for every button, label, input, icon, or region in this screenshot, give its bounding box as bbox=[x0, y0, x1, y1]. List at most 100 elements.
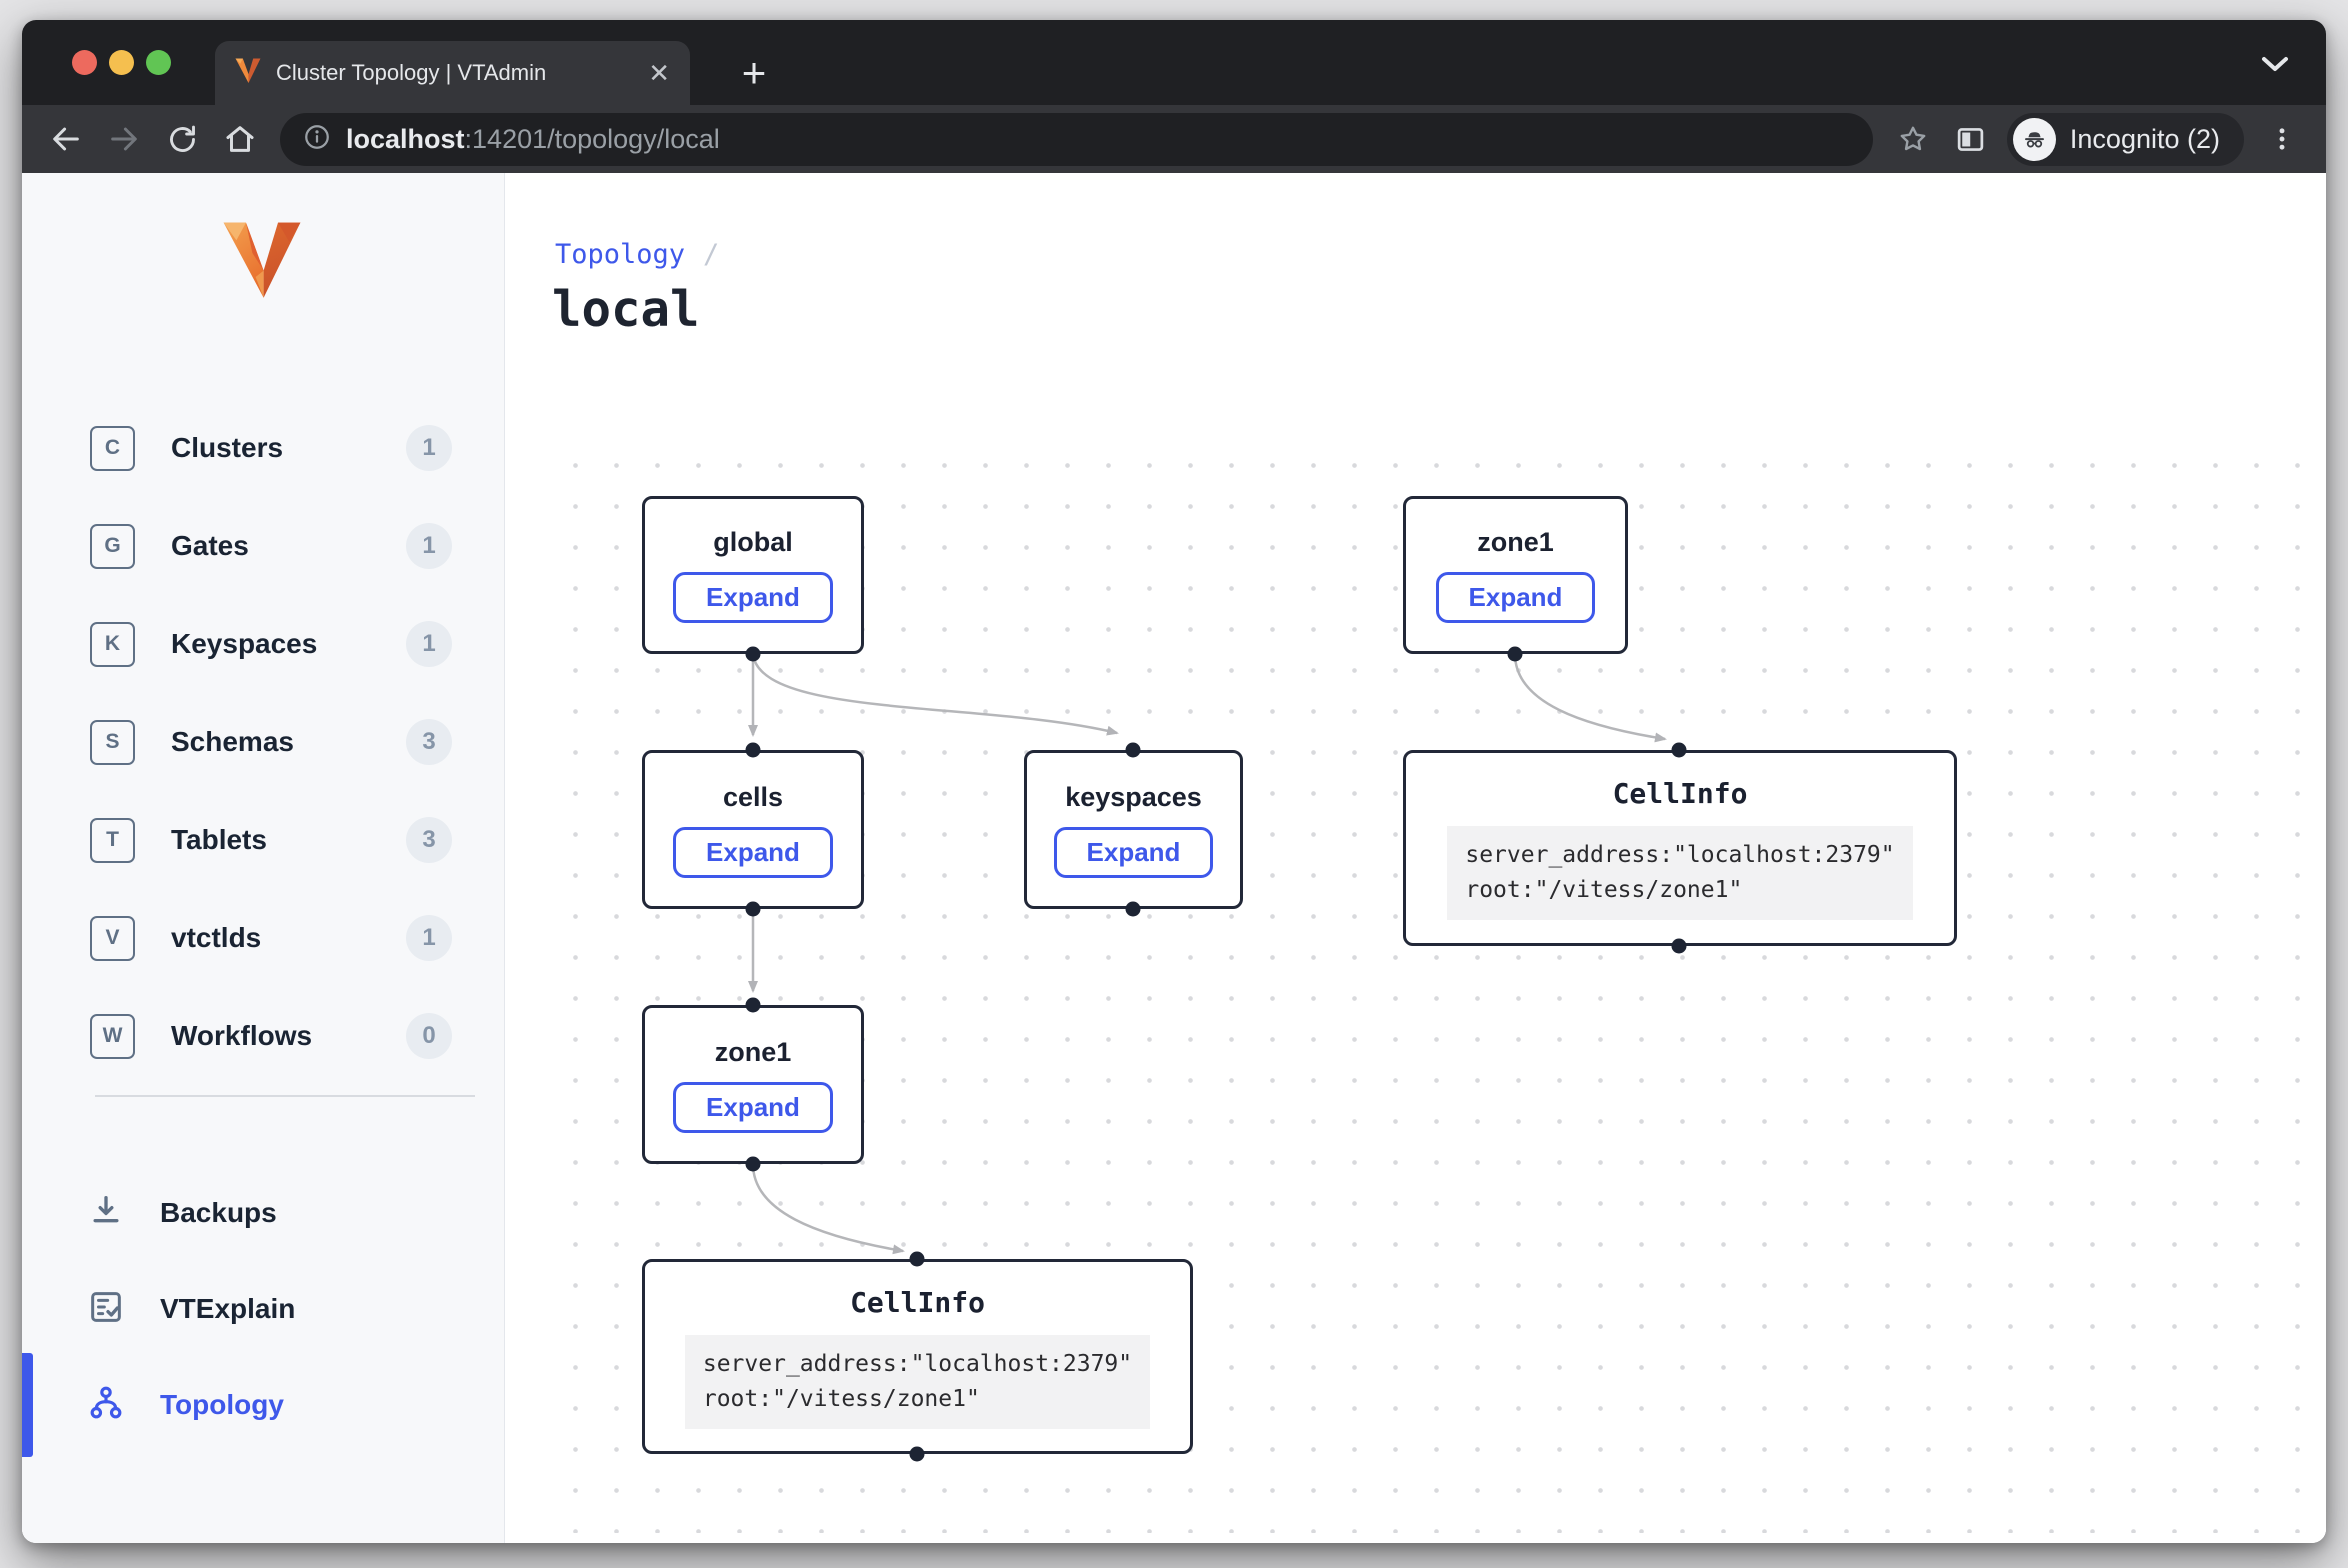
download-icon bbox=[86, 1191, 126, 1236]
home-button[interactable] bbox=[212, 111, 268, 167]
sidebar-item-backups[interactable]: Backups bbox=[22, 1165, 504, 1261]
bookmark-star-icon[interactable] bbox=[1885, 111, 1941, 167]
node-title: global bbox=[713, 527, 793, 558]
connection-port bbox=[910, 1447, 925, 1462]
sidebar: C Clusters 1 G Gates 1 K Keyspaces 1 S S… bbox=[22, 173, 505, 1543]
zoom-window-button[interactable] bbox=[146, 50, 171, 75]
cellinfo-code: server_address:"localhost:2379"root:"/vi… bbox=[1447, 826, 1912, 920]
code-line: root:"/vitess/zone1" bbox=[703, 1382, 1132, 1417]
graph-node-cells: cells Expand bbox=[642, 750, 864, 909]
node-title: cells bbox=[723, 782, 783, 813]
sidebar-item-label: Topology bbox=[160, 1389, 284, 1421]
edge-zone1top-cellinfo bbox=[1515, 654, 1665, 739]
close-window-button[interactable] bbox=[72, 50, 97, 75]
vtadmin-app: C Clusters 1 G Gates 1 K Keyspaces 1 S S… bbox=[22, 173, 2326, 1543]
topology-icon bbox=[86, 1383, 126, 1428]
connection-port bbox=[1126, 743, 1141, 758]
edge-zone1-cellinfo bbox=[753, 1164, 903, 1251]
count-badge: 0 bbox=[406, 1013, 452, 1059]
site-info-icon[interactable] bbox=[302, 122, 332, 157]
tab-title: Cluster Topology | VTAdmin bbox=[276, 60, 633, 86]
node-title: keyspaces bbox=[1065, 782, 1202, 813]
edge-global-keyspaces bbox=[753, 654, 1117, 733]
graph-node-keyspaces: keyspaces Expand bbox=[1024, 750, 1243, 909]
incognito-label: Incognito (2) bbox=[2070, 124, 2220, 155]
code-line: server_address:"localhost:2379" bbox=[703, 1347, 1132, 1382]
connection-port bbox=[746, 743, 761, 758]
sidebar-item-workflows[interactable]: W Workflows 0 bbox=[22, 987, 504, 1085]
url-text: localhost:14201/topology/local bbox=[346, 124, 720, 155]
count-badge: 1 bbox=[406, 523, 452, 569]
connection-port bbox=[746, 902, 761, 917]
schemas-icon: S bbox=[90, 720, 135, 765]
sidebar-item-label: Schemas bbox=[171, 726, 370, 758]
cellinfo-code: server_address:"localhost:2379"root:"/vi… bbox=[685, 1335, 1150, 1429]
sidebar-tools: Backups VTExplain Topology bbox=[22, 1165, 504, 1453]
explain-checklist-icon bbox=[86, 1287, 126, 1332]
sidebar-item-label: Backups bbox=[160, 1197, 277, 1229]
code-line: root:"/vitess/zone1" bbox=[1465, 873, 1894, 908]
expand-button-cells[interactable]: Expand bbox=[673, 827, 833, 878]
tablets-icon: T bbox=[90, 818, 135, 863]
graph-node-global: global Expand bbox=[642, 496, 864, 654]
reload-button[interactable] bbox=[154, 111, 210, 167]
sidebar-item-keyspaces[interactable]: K Keyspaces 1 bbox=[22, 595, 504, 693]
sidebar-item-clusters[interactable]: C Clusters 1 bbox=[22, 399, 504, 497]
sidebar-item-topology[interactable]: Topology bbox=[22, 1357, 504, 1453]
side-panel-icon[interactable] bbox=[1943, 111, 1999, 167]
url-bar[interactable]: localhost:14201/topology/local bbox=[280, 113, 1873, 166]
sidebar-item-vtctlds[interactable]: V vtctlds 1 bbox=[22, 889, 504, 987]
browser-menu-kebab-icon[interactable] bbox=[2254, 111, 2310, 167]
browser-window: Cluster Topology | VTAdmin ✕ + localhost… bbox=[22, 20, 2326, 1543]
url-path: :14201/topology/local bbox=[465, 124, 720, 154]
vitess-favicon-icon bbox=[235, 58, 261, 89]
browser-toolbar: localhost:14201/topology/local Incognito… bbox=[22, 105, 2326, 173]
traffic-lights bbox=[72, 50, 171, 75]
expand-button-keyspaces[interactable]: Expand bbox=[1054, 827, 1214, 878]
tab-search-chevron-icon[interactable] bbox=[2258, 54, 2292, 79]
sidebar-item-vtexplain[interactable]: VTExplain bbox=[22, 1261, 504, 1357]
url-host: localhost bbox=[346, 124, 465, 154]
count-badge: 1 bbox=[406, 915, 452, 961]
minimize-window-button[interactable] bbox=[109, 50, 134, 75]
incognito-badge[interactable]: Incognito (2) bbox=[2007, 113, 2244, 166]
node-title: zone1 bbox=[715, 1037, 792, 1068]
graph-node-zone1-top: zone1 Expand bbox=[1403, 496, 1628, 654]
connection-port bbox=[1672, 743, 1687, 758]
expand-button-zone1-lower[interactable]: Expand bbox=[673, 1082, 833, 1133]
connection-port bbox=[746, 647, 761, 662]
sidebar-item-label: Keyspaces bbox=[171, 628, 370, 660]
sidebar-item-label: VTExplain bbox=[160, 1293, 295, 1325]
keyspaces-icon: K bbox=[90, 622, 135, 667]
active-nav-indicator bbox=[22, 1353, 33, 1457]
node-title: CellInfo bbox=[850, 1286, 985, 1319]
forward-button[interactable] bbox=[96, 111, 152, 167]
sidebar-item-gates[interactable]: G Gates 1 bbox=[22, 497, 504, 595]
code-line: server_address:"localhost:2379" bbox=[1465, 838, 1894, 873]
count-badge: 3 bbox=[406, 719, 452, 765]
new-tab-button[interactable]: + bbox=[722, 41, 786, 105]
node-title: zone1 bbox=[1477, 527, 1554, 558]
browser-tab[interactable]: Cluster Topology | VTAdmin ✕ bbox=[215, 41, 690, 105]
graph-node-cellinfo-zone1: CellInfo server_address:"localhost:2379"… bbox=[1403, 750, 1957, 946]
tab-close-icon[interactable]: ✕ bbox=[648, 60, 670, 86]
connection-port bbox=[1126, 902, 1141, 917]
incognito-spy-icon bbox=[2021, 126, 2048, 153]
incognito-avatar bbox=[2013, 118, 2056, 161]
expand-button-zone1-top[interactable]: Expand bbox=[1436, 572, 1596, 623]
node-title: CellInfo bbox=[1613, 777, 1748, 810]
expand-button-global[interactable]: Expand bbox=[673, 572, 833, 623]
back-button[interactable] bbox=[38, 111, 94, 167]
sidebar-divider bbox=[95, 1095, 475, 1097]
sidebar-item-schemas[interactable]: S Schemas 3 bbox=[22, 693, 504, 791]
sidebar-item-tablets[interactable]: T Tablets 3 bbox=[22, 791, 504, 889]
count-badge: 3 bbox=[406, 817, 452, 863]
connection-port bbox=[1508, 647, 1523, 662]
workflows-icon: W bbox=[90, 1014, 135, 1059]
sidebar-nav: C Clusters 1 G Gates 1 K Keyspaces 1 S S… bbox=[22, 399, 504, 1085]
sidebar-item-label: Workflows bbox=[171, 1020, 370, 1052]
connection-port bbox=[910, 1252, 925, 1267]
sidebar-item-label: Tablets bbox=[171, 824, 370, 856]
vitess-logo bbox=[220, 221, 304, 306]
main-content: Topology/ local global Expan bbox=[505, 173, 2326, 1543]
